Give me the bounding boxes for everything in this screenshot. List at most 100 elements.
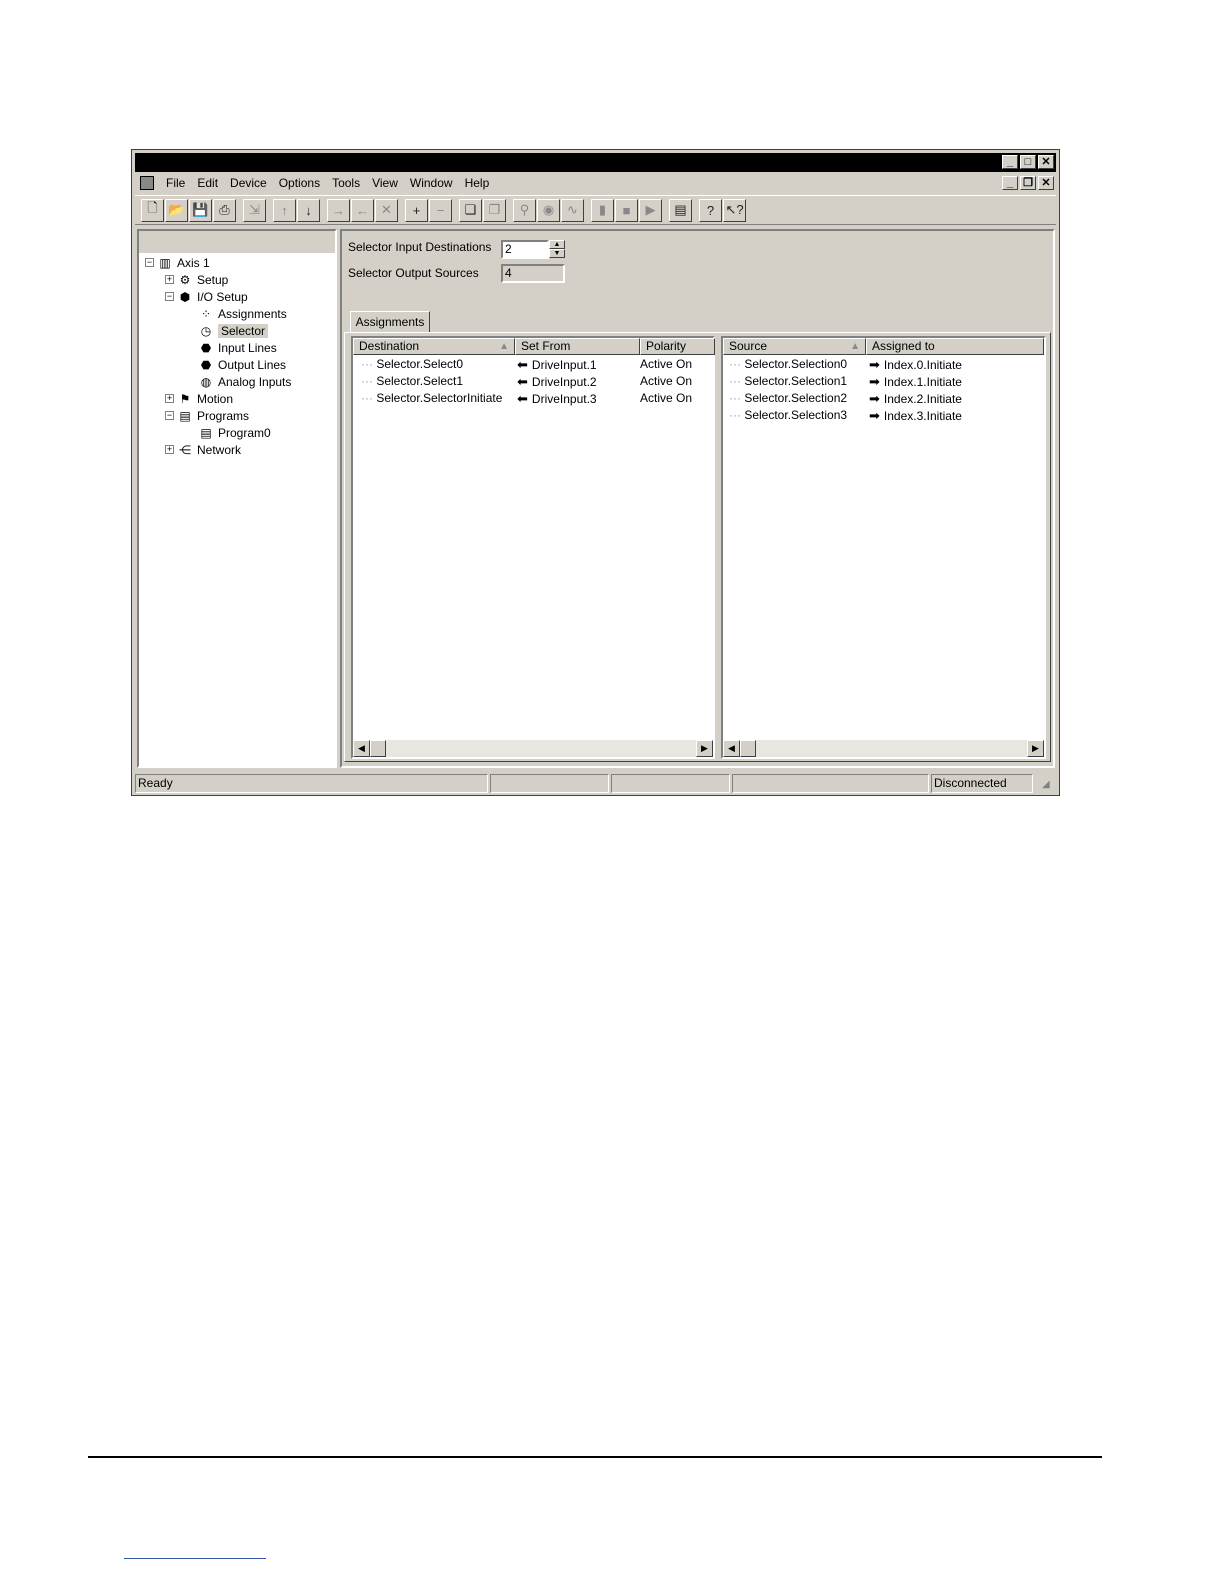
tree-node-io-setup[interactable]: − ⬢ I/O Setup	[165, 288, 248, 305]
output-sources-label: Selector Output Sources	[348, 266, 479, 280]
scope-icon[interactable]: ∿	[561, 198, 584, 222]
tree-label: Output Lines	[218, 357, 287, 372]
tree-node-output-lines[interactable]: ⬣ Output Lines	[199, 356, 286, 373]
destination-cell: Selector.Select1	[376, 374, 464, 388]
tree-node-analog-inputs[interactable]: ◍ Analog Inputs	[199, 373, 292, 390]
column-header-assigned-to[interactable]: Assigned to	[866, 338, 1044, 355]
collapse-toggle[interactable]: −	[165, 411, 174, 420]
tree-node-motion[interactable]: + ⚑ Motion	[165, 390, 233, 407]
table-row[interactable]: ··· Selector.Select0	[361, 356, 463, 373]
project-tree[interactable]: − ▥ Axis 1 + ⚙ Setup − ⬢ I/O Setup ⁘ Ass…	[137, 229, 337, 768]
assigned-to-cell: ➡ Index.0.Initiate	[869, 356, 962, 373]
new-file-icon[interactable]: 🗋	[141, 198, 164, 222]
output-lines-icon: ⬣	[200, 357, 212, 372]
menu-view[interactable]: View	[366, 176, 404, 190]
analog-inputs-icon: ◍	[200, 374, 212, 389]
download-icon[interactable]: ↓	[297, 198, 320, 222]
column-header-source[interactable]: Source ▲	[723, 338, 866, 355]
tree-node-selector[interactable]: ◷ Selector	[199, 322, 269, 339]
mdi-minimize-button[interactable]: _	[1002, 176, 1018, 190]
table-row[interactable]: ··· Selector.Selection3	[729, 407, 847, 424]
table-row[interactable]: ··· Selector.Selection1	[729, 373, 847, 390]
maximize-button[interactable]: □	[1020, 155, 1036, 169]
menu-options[interactable]: Options	[273, 176, 326, 190]
resize-grip-icon[interactable]: ◢	[1042, 779, 1056, 793]
input-destinations-field[interactable]: 2	[501, 240, 549, 259]
header-label: Destination	[359, 339, 420, 353]
scroll-thumb[interactable]	[740, 740, 756, 757]
add-icon[interactable]: +	[405, 198, 428, 222]
paste-icon[interactable]: ❐	[483, 198, 506, 222]
step-icon[interactable]: ▶	[639, 198, 662, 222]
tree-node-input-lines[interactable]: ⬣ Input Lines	[199, 339, 277, 356]
table-row[interactable]: ··· Selector.Selection0	[729, 356, 847, 373]
scroll-right-icon[interactable]: ▶	[696, 740, 713, 757]
menu-file[interactable]: File	[160, 176, 191, 190]
source-list[interactable]: Source ▲ Assigned to ··· Selector.Select…	[721, 336, 1046, 759]
disconnect-icon[interactable]: ←	[351, 198, 374, 222]
context-help-icon[interactable]: ↖?	[723, 198, 746, 222]
scroll-left-icon[interactable]: ◀	[353, 740, 370, 757]
tab-assignments[interactable]: Assignments	[350, 311, 430, 333]
copy-icon[interactable]: ❏	[459, 198, 482, 222]
table-row[interactable]: ··· Selector.Select1	[361, 373, 463, 390]
open-folder-icon[interactable]: 📂	[165, 198, 188, 222]
menu-edit[interactable]: Edit	[191, 176, 224, 190]
spin-up-icon[interactable]: ▲	[549, 240, 565, 249]
help-icon[interactable]: ?	[699, 198, 722, 222]
minimize-button[interactable]: _	[1002, 155, 1018, 169]
destination-cell: Selector.SelectorInitiate	[376, 391, 503, 405]
tree-node-program0[interactable]: ▤ Program0	[199, 424, 270, 441]
stop-icon[interactable]: ■	[615, 198, 638, 222]
menu-window[interactable]: Window	[404, 176, 459, 190]
scroll-thumb[interactable]	[370, 740, 386, 757]
column-header-polarity[interactable]: Polarity	[640, 338, 715, 355]
menu-device[interactable]: Device	[224, 176, 273, 190]
scroll-right-icon[interactable]: ▶	[1027, 740, 1044, 757]
print-icon[interactable]: ⎙	[213, 198, 236, 222]
app-menu-icon[interactable]	[140, 176, 154, 190]
upload-icon[interactable]: ↑	[273, 198, 296, 222]
watch-icon[interactable]: ◉	[537, 198, 560, 222]
tree-node-network[interactable]: + ⋲ Network	[165, 441, 241, 458]
horizontal-scrollbar[interactable]: ◀ ▶	[353, 740, 713, 757]
column-header-destination[interactable]: Destination ▲	[353, 338, 515, 355]
programs-icon: ▤	[179, 408, 191, 423]
selector-icon: ◷	[200, 323, 212, 338]
expand-toggle[interactable]: +	[165, 394, 174, 403]
mdi-restore-button[interactable]: ❐	[1020, 176, 1036, 190]
tree-node-assignments[interactable]: ⁘ Assignments	[199, 305, 287, 322]
horizontal-scrollbar[interactable]: ◀ ▶	[723, 740, 1044, 757]
mdi-close-button[interactable]: ✕	[1038, 176, 1054, 190]
collapse-toggle[interactable]: −	[145, 258, 154, 267]
expand-toggle[interactable]: +	[165, 445, 174, 454]
spin-down-icon[interactable]: ▼	[549, 249, 565, 258]
table-row[interactable]: ··· Selector.SelectorInitiate	[361, 390, 502, 407]
tree-node-programs[interactable]: − ▤ Programs	[165, 407, 249, 424]
close-button[interactable]: ✕	[1038, 155, 1054, 169]
abort-icon[interactable]: ✕	[375, 198, 398, 222]
tree-node-setup[interactable]: + ⚙ Setup	[165, 271, 228, 288]
import-icon[interactable]: ⇲	[243, 198, 266, 222]
scroll-left-icon[interactable]: ◀	[723, 740, 740, 757]
zoom-icon[interactable]: ⚲	[513, 198, 536, 222]
arrow-right-icon: ➡	[869, 408, 880, 423]
window-layout-icon[interactable]: ▤	[669, 198, 692, 222]
output-sources-field: 4	[501, 264, 565, 283]
menu-tools[interactable]: Tools	[326, 176, 366, 190]
input-destinations-spinner[interactable]: ▲ ▼	[549, 240, 565, 259]
set-from-cell: ⬅ DriveInput.1	[517, 356, 597, 373]
table-row[interactable]: ··· Selector.Selection2	[729, 390, 847, 407]
menu-help[interactable]: Help	[459, 176, 496, 190]
run-icon[interactable]: ▮	[591, 198, 614, 222]
destination-list[interactable]: Destination ▲ Set From Polarity ··· Sele…	[351, 336, 715, 759]
remove-icon[interactable]: −	[429, 198, 452, 222]
column-header-set-from[interactable]: Set From	[515, 338, 640, 355]
connect-icon[interactable]: →	[327, 198, 350, 222]
tree-node-axis[interactable]: − ▥ Axis 1	[145, 254, 210, 271]
collapse-toggle[interactable]: −	[165, 292, 174, 301]
application-window: _ □ ✕ File Edit Device Options Tools Vie…	[131, 149, 1060, 796]
polarity-cell: Active On	[640, 391, 693, 405]
save-icon[interactable]: 💾	[189, 198, 212, 222]
expand-toggle[interactable]: +	[165, 275, 174, 284]
